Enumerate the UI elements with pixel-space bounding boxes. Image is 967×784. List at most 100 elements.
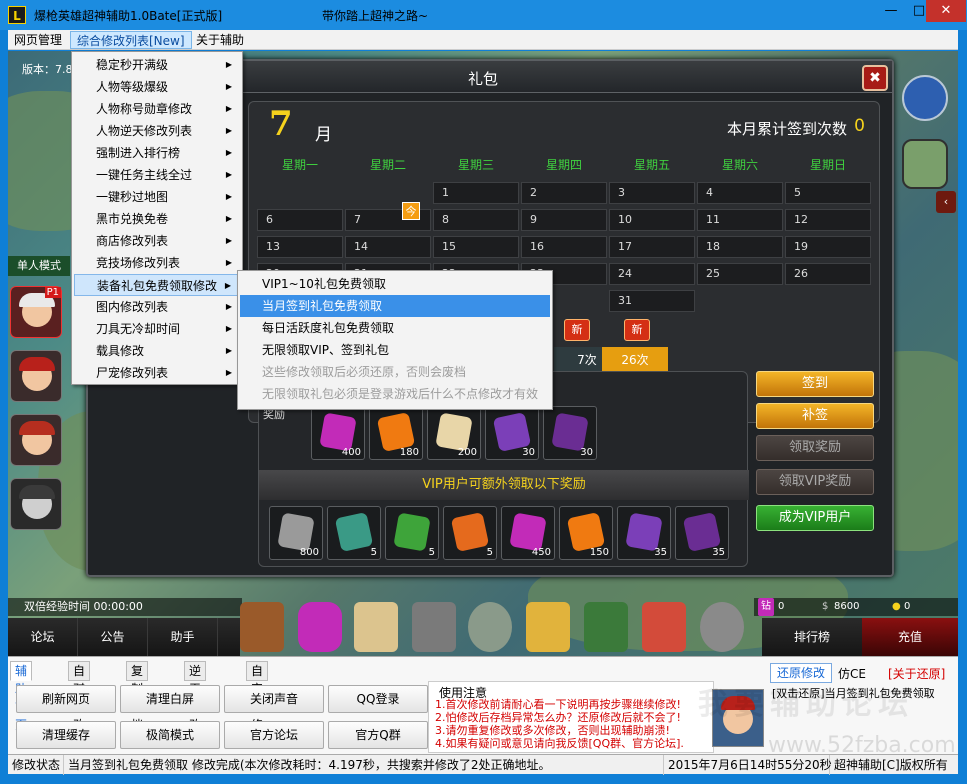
- sign-button[interactable]: 签到: [756, 371, 874, 397]
- zombie-graduate-icon[interactable]: [902, 139, 948, 189]
- dialog-close-button[interactable]: ✖: [862, 65, 888, 91]
- panel-action-button[interactable]: QQ登录: [328, 685, 428, 713]
- reward-item[interactable]: 180: [369, 406, 423, 460]
- fake-ce-button[interactable]: 仿CE: [838, 665, 866, 682]
- restore-list-item[interactable]: [双击还原]当月签到礼包免费领取: [772, 685, 935, 701]
- zombie-head-icon[interactable]: [468, 602, 512, 652]
- scroll-icon[interactable]: [354, 602, 398, 652]
- reward-item[interactable]: 5: [327, 506, 381, 560]
- dropdown-item[interactable]: 载具修改 ▶: [74, 340, 240, 362]
- submenu-item[interactable]: 无限领取VIP、签到礼包: [240, 339, 550, 361]
- calendar-day[interactable]: 3: [609, 182, 695, 204]
- elf-icon[interactable]: [584, 602, 628, 652]
- calendar-day[interactable]: 14: [345, 236, 431, 258]
- reward-item[interactable]: 5: [443, 506, 497, 560]
- menu-about[interactable]: 关于辅助: [190, 31, 250, 49]
- panel-action-button[interactable]: 清理缓存: [16, 721, 116, 749]
- calendar-day[interactable]: 8: [433, 209, 519, 231]
- dropdown-item[interactable]: 图内修改列表 ▶: [74, 296, 240, 318]
- nav-assistant[interactable]: 助手: [148, 618, 218, 656]
- nav-announcement[interactable]: 公告: [78, 618, 148, 656]
- crossed-guns-icon[interactable]: [902, 75, 948, 121]
- dropdown-item[interactable]: 商店修改列表 ▶: [74, 230, 240, 252]
- reward-item[interactable]: 800: [269, 506, 323, 560]
- nav-forum[interactable]: 论坛: [8, 618, 78, 656]
- about-restore-link[interactable]: [关于还原]: [888, 665, 945, 682]
- become-vip-button[interactable]: 成为VIP用户: [756, 505, 874, 531]
- panel-tab[interactable]: 逆天修改: [184, 661, 207, 732]
- gear-icon[interactable]: [700, 602, 744, 652]
- reward-item[interactable]: 30: [543, 406, 597, 460]
- dropdown-item[interactable]: 人物称号勋章修改 ▶: [74, 98, 240, 120]
- submenu-item[interactable]: 当月签到礼包免费领取: [240, 295, 550, 317]
- submenu-item[interactable]: 每日活跃度礼包免费领取: [240, 317, 550, 339]
- calendar-day[interactable]: 16: [521, 236, 607, 258]
- restore-button[interactable]: 还原修改: [770, 663, 832, 683]
- calendar-day[interactable]: 11: [697, 209, 783, 231]
- backpack-icon[interactable]: [240, 602, 284, 652]
- dropdown-item[interactable]: 人物逆天修改列表 ▶: [74, 120, 240, 142]
- reward-item[interactable]: 450: [501, 506, 555, 560]
- minimize-button[interactable]: —: [876, 0, 906, 22]
- character-avatar-1[interactable]: P1: [10, 286, 62, 338]
- recharge-button[interactable]: 充值: [862, 618, 958, 656]
- calendar-day[interactable]: 13: [257, 236, 343, 258]
- dropdown-item[interactable]: 强制进入排行榜 ▶: [74, 142, 240, 164]
- character-avatar-3[interactable]: [10, 414, 62, 466]
- panel-action-button[interactable]: 极简模式: [120, 721, 220, 749]
- close-button[interactable]: ✕: [926, 0, 966, 22]
- panel-tab[interactable]: 辅助首页: [10, 661, 33, 732]
- resign-button[interactable]: 补签: [756, 403, 874, 429]
- dropdown-item[interactable]: 一键任务主线全过 ▶: [74, 164, 240, 186]
- reward-item[interactable]: 5: [385, 506, 439, 560]
- calendar-day[interactable]: 26: [785, 263, 871, 285]
- calendar-day[interactable]: 4: [697, 182, 783, 204]
- character-avatar-2[interactable]: [10, 350, 62, 402]
- calendar-day[interactable]: 12: [785, 209, 871, 231]
- dropdown-item[interactable]: 尸宠修改列表 ▶: [74, 362, 240, 384]
- calendar-day[interactable]: 6: [257, 209, 343, 231]
- calendar-day[interactable]: 10: [609, 209, 695, 231]
- reward-item[interactable]: 35: [675, 506, 729, 560]
- tab-26-times[interactable]: 26次: [602, 347, 668, 373]
- reward-item[interactable]: 30: [485, 406, 539, 460]
- panel-tab[interactable]: 自怼修改: [68, 661, 91, 732]
- calendar-day[interactable]: 1: [433, 182, 519, 204]
- menu-combined-edit[interactable]: 综合修改列表[New]: [70, 31, 192, 49]
- gem-icon[interactable]: [298, 602, 342, 652]
- panel-action-button[interactable]: 刷新网页: [16, 685, 116, 713]
- dropdown-item[interactable]: 人物等级爆级 ▶: [74, 76, 240, 98]
- reward-item[interactable]: 400: [311, 406, 365, 460]
- panel-action-button[interactable]: 官方Q群: [328, 721, 428, 749]
- calendar-day[interactable]: 31: [609, 290, 695, 312]
- dropdown-item[interactable]: 刀具无冷却时间 ▶: [74, 318, 240, 340]
- dropdown-item[interactable]: 黑市兑换免卷 ▶: [74, 208, 240, 230]
- claim-reward-button[interactable]: 领取奖励: [756, 435, 874, 461]
- panel-tab[interactable]: 复制存档: [126, 661, 149, 732]
- dropdown-item[interactable]: 稳定秒开满级 ▶: [74, 54, 240, 76]
- chevron-left-icon[interactable]: ‹: [936, 191, 956, 213]
- calendar-day[interactable]: 19: [785, 236, 871, 258]
- calendar-day[interactable]: 18: [697, 236, 783, 258]
- dropdown-item[interactable]: 一键秒过地图 ▶: [74, 186, 240, 208]
- panel-action-button[interactable]: 关闭声音: [224, 685, 324, 713]
- shop-icon[interactable]: [642, 602, 686, 652]
- dropdown-item[interactable]: 装备礼包免费领取修改 ▶: [74, 274, 240, 296]
- reward-item[interactable]: 200: [427, 406, 481, 460]
- leaderboard-button[interactable]: 排行榜: [762, 618, 862, 656]
- calendar-day[interactable]: 2: [521, 182, 607, 204]
- calendar-day[interactable]: 25: [697, 263, 783, 285]
- dropdown-item[interactable]: 竞技场修改列表 ▶: [74, 252, 240, 274]
- claim-vip-reward-button[interactable]: 领取VIP奖励: [756, 469, 874, 495]
- calendar-day[interactable]: 17: [609, 236, 695, 258]
- panel-tab[interactable]: 自定义修改: [246, 661, 269, 750]
- menu-web-manage[interactable]: 网页管理: [8, 31, 68, 49]
- bullets-icon[interactable]: [526, 602, 570, 652]
- calendar-day[interactable]: 24: [609, 263, 695, 285]
- panel-action-button[interactable]: 清理白屏: [120, 685, 220, 713]
- panel-action-button[interactable]: 官方论坛: [224, 721, 324, 749]
- calendar-day[interactable]: 9: [521, 209, 607, 231]
- reward-item[interactable]: 35: [617, 506, 671, 560]
- submenu-item[interactable]: VIP1~10礼包免费领取: [240, 273, 550, 295]
- reward-item[interactable]: 150: [559, 506, 613, 560]
